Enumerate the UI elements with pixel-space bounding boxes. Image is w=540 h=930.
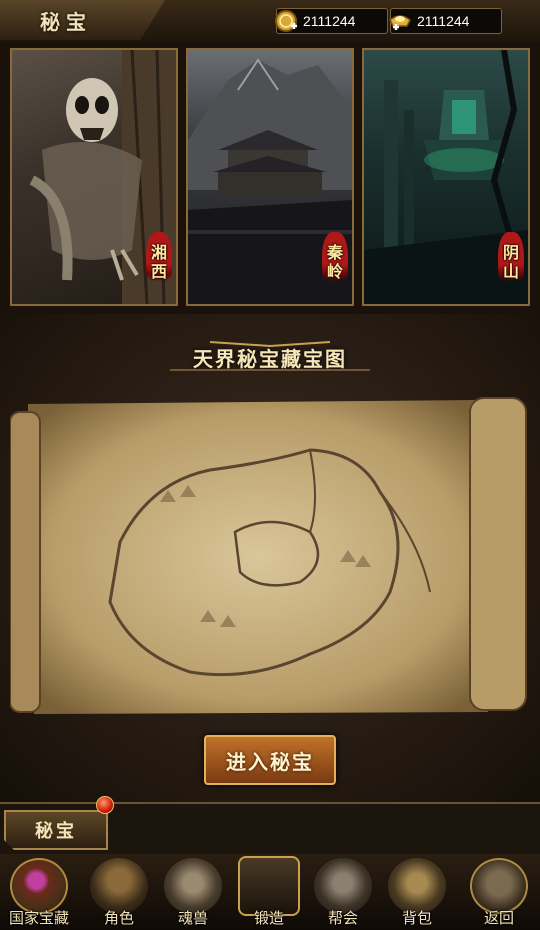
treasure-map-scroll [9,392,532,722]
gold-coin-value: 2111244 [303,13,356,29]
treasure-orb-icon [10,858,68,914]
map-title-banner: 天界秘宝藏宝图 [160,340,380,374]
guild-banner-icon [314,858,372,914]
page-title-tab: 秘宝 [0,0,165,40]
top-bar: 秘宝 2111244 2111244 [0,0,540,44]
enter-treasure-button[interactable]: 进入秘宝 [204,735,336,785]
nav-backpack[interactable]: 背包 [384,858,450,928]
tab-treasure[interactable]: 秘宝 [4,810,108,850]
card-label-xiangxi: 湘 西 [146,232,172,292]
notification-dot-icon [96,796,114,814]
title-ornament [170,341,370,371]
card-label-qinling: 秦 岭 [322,232,348,292]
backpack-icon [388,858,446,914]
gold-coin-counter: 2111244 [273,8,388,34]
card-yinshan[interactable]: 阴 山 [362,48,530,306]
nav-guild[interactable]: 帮会 [310,858,376,928]
card-label-yinshan: 阴 山 [498,232,524,292]
card-qinling[interactable]: 秦 岭 [186,48,354,306]
page-title: 秘宝 [40,9,92,34]
nav-soul-beast[interactable]: 魂兽 [160,858,226,928]
nav-back[interactable]: 返回 [466,858,532,928]
nav-forge[interactable]: 锻造 [236,856,302,928]
card-xiangxi[interactable]: 湘 西 [10,48,178,306]
treasure-location-cards: 湘 西 秦 岭 阴 山 [0,42,540,314]
gold-ingot-counter: 2111244 [387,8,502,34]
tab-strip: 秘宝 [0,802,540,856]
anvil-hammer-icon [238,856,300,916]
nav-national-treasure[interactable]: 国家宝藏 [6,858,72,928]
gold-ingot-value: 2111244 [417,13,470,29]
beast-head-icon [164,858,222,914]
nav-character[interactable]: 角色 [86,858,152,928]
bottom-nav: 国家宝藏 角色 魂兽 锻造 帮会 背包 返回 [0,854,540,930]
gold-ingot-icon [387,8,413,34]
back-arrow-icon [470,858,528,914]
treasure-map-art [9,397,527,714]
warrior-helmet-icon [90,858,148,914]
gold-coin-icon [273,8,299,34]
